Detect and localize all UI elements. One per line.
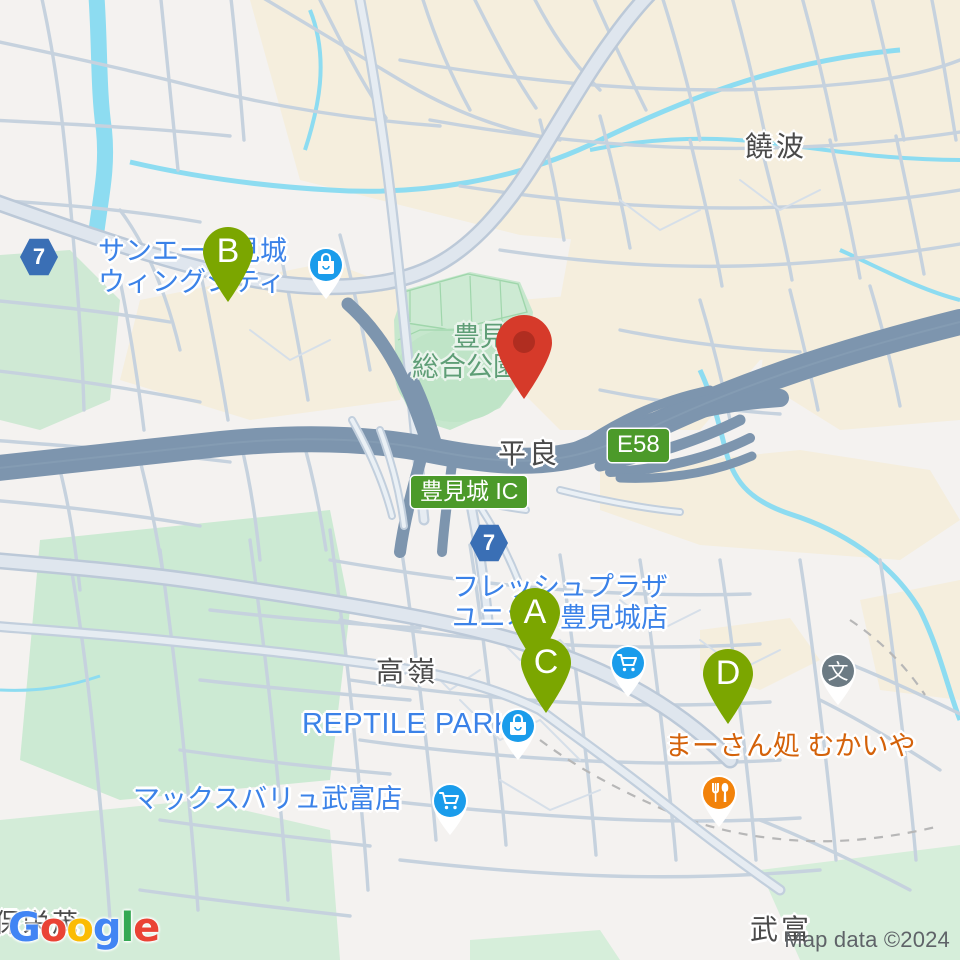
poi-pin-supermarket-maxvalu[interactable] [427,778,473,836]
marker-pin-c-label: C [533,643,559,681]
google-logo-letter-l: l [120,905,134,951]
poi-pin-shopping-sanei[interactable] [303,242,349,300]
google-logo-letter-o1: o [39,905,68,951]
shopping-cart-icon-bg [434,785,466,817]
shopping-cart-icon-bg [612,647,644,679]
marker-pin-d-label: D [715,654,741,692]
google-logo-letter-g2: g [92,905,122,951]
google-logo: Google [8,905,160,951]
restaurant-icon-bg [703,777,735,809]
marker-pin-d[interactable]: D [697,645,759,725]
poi-pin-restaurant[interactable] [696,770,742,828]
school-icon: 文 [828,660,849,684]
marker-pin-b-label: B [216,232,240,270]
destination-dot [513,331,535,353]
map-attribution: Map data ©2024 [784,927,950,952]
marker-pin-a-label: A [523,593,547,631]
google-logo-letter-o2: o [66,905,94,951]
poi-pin-school[interactable]: 文 [815,648,861,706]
map-canvas[interactable]: 饒波 平良 高嶺 武富 保栄茂 豊見 総合公園 サンエー豊見城 ウィングシティ … [0,0,960,960]
marker-pin-b[interactable]: B [197,223,259,303]
poi-pin-supermarket-fresh-plaza[interactable] [605,640,651,698]
marker-pin-c[interactable]: C [515,634,577,714]
marker-pin-destination[interactable] [490,312,558,400]
google-logo-letter-g: G [8,905,41,951]
google-logo-letter-e: e [133,905,160,951]
map-base-layer [0,0,960,960]
